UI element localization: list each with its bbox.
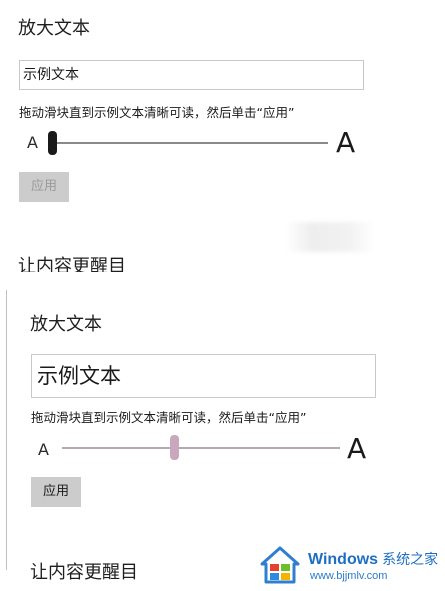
text-size-slider-track[interactable] xyxy=(62,447,340,449)
blur-smudge xyxy=(285,222,375,252)
watermark-brand-en: Windows xyxy=(308,551,379,568)
text-size-slider-thumb[interactable] xyxy=(169,435,179,460)
text-size-panel-before: 放大文本 示例文本 拖动滑块直到示例文本清晰可读，然后单击“应用” A A 应用… xyxy=(0,0,445,272)
text-size-slider-track[interactable] xyxy=(48,142,328,144)
sample-text-preview: 示例文本 xyxy=(31,354,376,398)
windows-logo-icon xyxy=(260,546,300,584)
slider-min-label: A xyxy=(27,133,38,152)
window-edge-divider xyxy=(6,290,7,570)
section-title-make-content-stand-out: 让内容更醒目 xyxy=(30,562,138,583)
watermark-brand-cn: 系统之家 xyxy=(382,551,439,567)
apply-button[interactable]: 应用 xyxy=(31,477,81,507)
slider-instruction: 拖动滑块直到示例文本清晰可读，然后单击“应用” xyxy=(31,410,307,425)
slider-instruction: 拖动滑块直到示例文本清晰可读，然后单击“应用” xyxy=(19,105,295,120)
section-title-make-text-bigger: 放大文本 xyxy=(18,18,90,39)
watermark-brand: Windows 系统之家 xyxy=(308,549,438,569)
site-watermark: Windows 系统之家 www.bjjmlv.com xyxy=(256,540,442,588)
slider-min-label: A xyxy=(38,440,49,459)
text-size-slider-thumb[interactable] xyxy=(48,131,57,155)
apply-button[interactable]: 应用 xyxy=(19,172,69,202)
section-title-make-text-bigger: 放大文本 xyxy=(30,314,102,335)
sample-text-preview: 示例文本 xyxy=(19,60,364,90)
watermark-url: www.bjjmlv.com xyxy=(310,570,388,582)
section-title-make-content-stand-out: 让内容更醒目 xyxy=(18,256,126,272)
slider-max-label: A xyxy=(347,432,367,465)
slider-max-label: A xyxy=(336,126,356,159)
